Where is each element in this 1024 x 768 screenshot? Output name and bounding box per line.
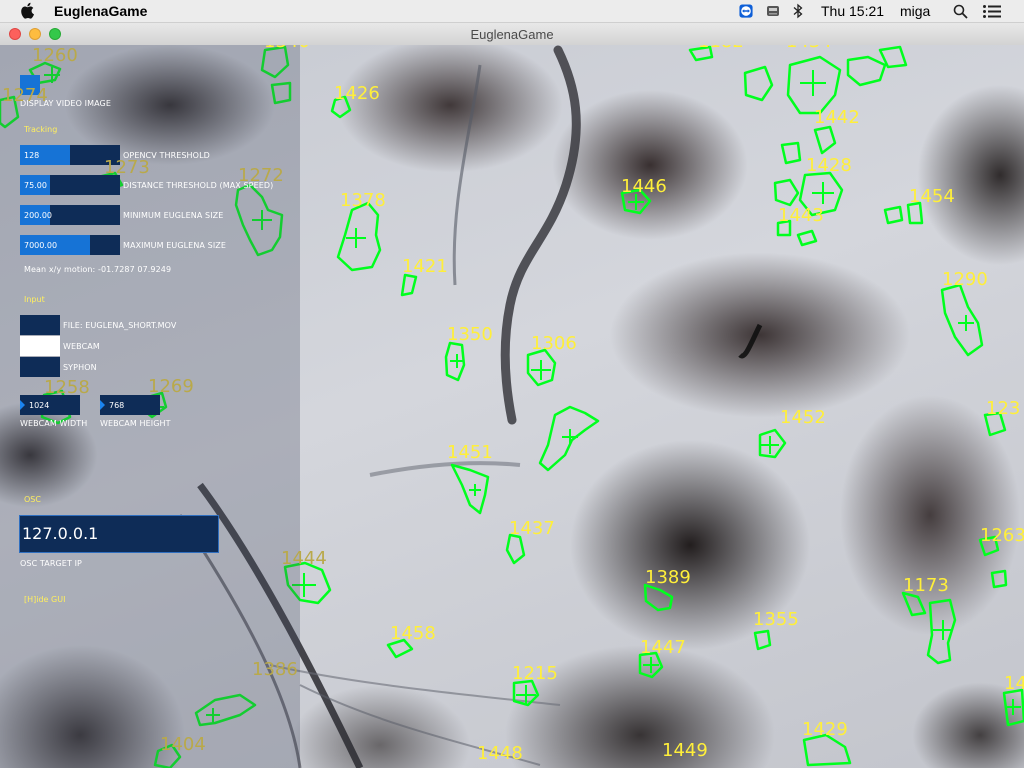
- track-id: 1260: [32, 45, 78, 66]
- track-id: 1434: [786, 45, 832, 51]
- hide-gui-hint[interactable]: [H]ide GUI: [24, 595, 65, 604]
- webcam-width-label: WEBCAM WIDTH: [20, 419, 88, 428]
- menu-bar: EuglenaGame Thu 15:21 miga: [0, 0, 1024, 23]
- min-size-slider[interactable]: 200.00: [20, 205, 120, 225]
- fiber: [738, 323, 763, 359]
- notification-center-icon[interactable]: [983, 5, 1001, 18]
- osc-ip-input[interactable]: 127.0.0.1: [19, 515, 219, 553]
- slider-value: 7000.00: [24, 241, 58, 250]
- webcam-height-label: WEBCAM HEIGHT: [100, 419, 171, 428]
- track-id: 1449: [662, 740, 708, 761]
- euglena-contour-1437: [505, 533, 526, 565]
- track-id: 1274: [2, 85, 48, 106]
- track-id: 1437: [509, 518, 555, 539]
- track-id: 1442: [814, 107, 860, 128]
- track-id: 1389: [645, 567, 691, 588]
- search-icon[interactable]: [953, 4, 968, 19]
- track-id: 1448: [477, 743, 523, 764]
- euglena-contour-1182: [743, 65, 774, 102]
- osc-heading: OSC: [24, 495, 41, 504]
- apple-icon[interactable]: [20, 2, 34, 19]
- track-id: 1458: [390, 623, 436, 644]
- webcam-source-toggle[interactable]: [20, 336, 60, 356]
- slider-value: 200.00: [24, 211, 52, 220]
- track-id: 1378: [340, 190, 386, 211]
- bluetooth-icon[interactable]: [793, 3, 803, 19]
- euglena-contour-1173b: [901, 591, 927, 617]
- file-source-label: FILE: EUGLENA_SHORT.MOV: [63, 321, 177, 330]
- track-id: 1451: [447, 442, 493, 463]
- video-canvas[interactable]: DISPLAY VIDEO IMAGE Tracking 128 OPENCV …: [0, 45, 1024, 768]
- webcam-height-value: 768: [109, 401, 125, 410]
- track-id: 1404: [160, 734, 206, 755]
- disk-icon[interactable]: [765, 3, 781, 19]
- track-id: 1263: [980, 525, 1024, 546]
- mean-motion-readout: Mean x/y motion: -01.7287 07.9249: [24, 265, 172, 274]
- track-id: 1355: [753, 609, 799, 630]
- track-id: 1452: [780, 407, 826, 428]
- track-id: 1446: [621, 176, 667, 197]
- track-id: 1273: [104, 157, 150, 178]
- min-size-label: MINIMUM EUGLENA SIZE: [123, 211, 224, 220]
- euglena-contour-1173: [926, 598, 957, 665]
- syphon-source-toggle[interactable]: [20, 357, 60, 377]
- track-id: 1428: [806, 155, 852, 176]
- window-title: EuglenaGame: [470, 27, 554, 42]
- track-id: 1269: [148, 376, 194, 397]
- menubar-clock[interactable]: Thu 15:21: [821, 3, 884, 19]
- webcam-height-input[interactable]: 768: [100, 395, 160, 415]
- track-id: 1340: [264, 45, 310, 51]
- track-id: 1421: [402, 256, 448, 277]
- track-id: 1272: [238, 165, 284, 186]
- number-arrow-icon: [100, 400, 105, 410]
- distance-threshold-slider[interactable]: 75.00: [20, 175, 120, 195]
- webcam-width-input[interactable]: 1024: [20, 395, 80, 415]
- track-id: 1443: [778, 205, 824, 226]
- euglena-contour-1442c: [780, 141, 802, 165]
- track-id: 1306: [531, 333, 577, 354]
- file-source-toggle[interactable]: [20, 315, 60, 335]
- euglena-contour-1442b: [813, 125, 837, 155]
- euglena-contour-1428b: [773, 178, 800, 207]
- euglena-contour-1434: [846, 45, 908, 87]
- slider-value: 75.00: [24, 181, 47, 190]
- track-id: 1386: [252, 659, 298, 680]
- syphon-source-label: SYPHON: [63, 363, 97, 372]
- track-id: 1215: [512, 663, 558, 684]
- euglena-contour-1355: [753, 629, 772, 651]
- track-id: 1447: [640, 637, 686, 658]
- track-id: 1290: [942, 269, 988, 290]
- track-id: 1429: [802, 719, 848, 740]
- track-id: 1444: [281, 548, 327, 569]
- tracking-heading: Tracking: [24, 125, 58, 134]
- teamviewer-icon[interactable]: [738, 4, 754, 18]
- max-size-label: MAXIMUM EUGLENA SIZE: [123, 241, 227, 250]
- euglena-contour-1378: [336, 201, 382, 272]
- track-id: 1426: [334, 83, 380, 104]
- window-title-bar: EuglenaGame: [0, 23, 1024, 46]
- slider-value: 128: [24, 151, 40, 160]
- max-size-slider[interactable]: 7000.00: [20, 235, 120, 255]
- osc-ip-label: OSC TARGET IP: [20, 559, 82, 568]
- euglena-contour-1421: [400, 273, 418, 297]
- track-id: 1182: [698, 45, 744, 51]
- track-id: 123: [986, 398, 1021, 419]
- number-arrow-icon: [20, 400, 25, 410]
- fiber: [452, 64, 482, 286]
- euglena-contour-1452: [758, 428, 787, 459]
- webcam-width-value: 1024: [29, 401, 50, 410]
- euglena-contour-1389: [643, 583, 674, 612]
- track-id: 1173: [903, 575, 949, 596]
- track-id: 1258: [44, 377, 90, 398]
- track-id: 1350: [447, 324, 493, 345]
- input-heading: Input: [24, 295, 45, 304]
- webcam-source-label: WEBCAM: [63, 342, 100, 351]
- track-id: 1454: [909, 186, 955, 207]
- app-menu-title[interactable]: EuglenaGame: [54, 3, 147, 19]
- fiber: [369, 461, 521, 477]
- menubar-user[interactable]: miga: [900, 3, 930, 19]
- track-id: 14: [1004, 673, 1024, 694]
- euglena-contour-1290: [940, 283, 984, 357]
